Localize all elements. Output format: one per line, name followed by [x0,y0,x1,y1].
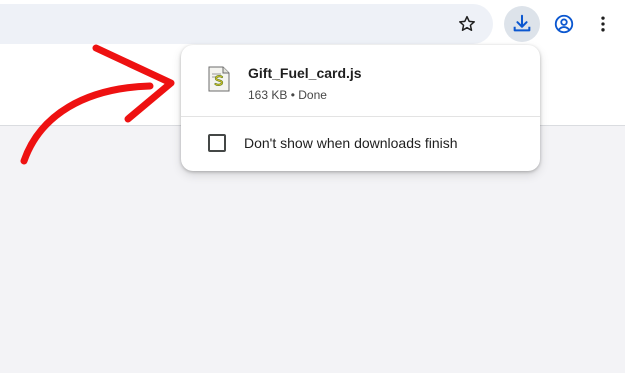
download-item[interactable]: Gift_Fuel_card.js 163 KB • Done [181,45,540,115]
download-file-status: 163 KB • Done [248,88,327,102]
bookmark-star-button[interactable] [449,6,485,42]
profile-icon [554,14,574,34]
download-icon [513,14,531,32]
more-menu-button[interactable] [585,6,621,42]
address-bar[interactable] [0,4,493,44]
more-vert-icon [601,16,605,32]
downloads-bubble: Gift_Fuel_card.js 163 KB • Done Don't sh… [181,45,540,171]
download-file-name: Gift_Fuel_card.js [248,65,362,81]
downloads-button[interactable] [504,6,540,42]
star-icon [459,15,475,31]
browser-toolbar [0,0,625,50]
browser-window: Gift_Fuel_card.js 163 KB • Done Don't sh… [0,0,625,373]
profile-button[interactable] [546,6,582,42]
dont-show-option[interactable]: Don't show when downloads finish [181,117,540,171]
dont-show-checkbox[interactable] [208,134,226,152]
dont-show-checkbox-label: Don't show when downloads finish [244,135,458,151]
script-file-icon [208,66,230,92]
